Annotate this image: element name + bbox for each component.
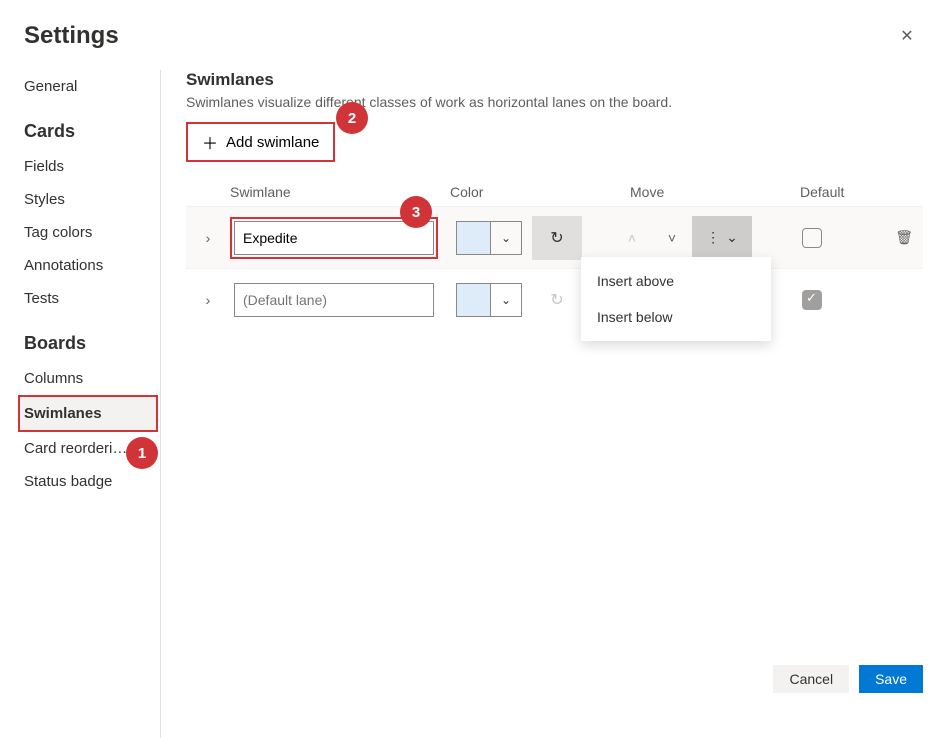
refresh-icon: ↻ bbox=[550, 228, 563, 248]
annotation-badge-2: 2 bbox=[336, 102, 368, 134]
expand-chevron-icon[interactable]: › bbox=[186, 292, 230, 308]
plus-icon: ＋ bbox=[202, 130, 218, 154]
section-description: Swimlanes visualize different classes of… bbox=[186, 94, 923, 110]
swimlane-column-headers: Swimlane Color Move Default bbox=[186, 178, 923, 206]
sidebar-item-status-badge[interactable]: Status badge bbox=[24, 465, 154, 498]
swimlane-row: › ⌄ ↻ ˄ ˅ ⋮ ⌄ bbox=[186, 206, 923, 268]
menu-item-insert-above[interactable]: Insert above bbox=[581, 263, 771, 299]
col-header-color: Color bbox=[450, 184, 540, 200]
menu-item-insert-below[interactable]: Insert below bbox=[581, 299, 771, 335]
sidebar-item-fields[interactable]: Fields bbox=[24, 150, 154, 183]
col-header-default: Default bbox=[800, 184, 880, 200]
chevron-down-icon: ⌄ bbox=[726, 229, 738, 246]
dialog-header: Settings ✕ bbox=[24, 20, 923, 52]
section-title: Swimlanes bbox=[186, 70, 923, 90]
color-swatch bbox=[457, 284, 491, 316]
refresh-button: ↻ bbox=[532, 278, 582, 322]
more-options-menu: Insert above Insert below bbox=[581, 257, 771, 341]
save-button[interactable]: Save bbox=[859, 665, 923, 693]
add-swimlane-button[interactable]: ＋ Add swimlane bbox=[186, 122, 335, 162]
dialog-footer: Cancel Save bbox=[773, 665, 923, 693]
chevron-down-icon: ⌄ bbox=[491, 293, 521, 307]
col-header-move: Move bbox=[600, 184, 800, 200]
annotation-badge-3: 3 bbox=[400, 196, 432, 228]
settings-dialog: Settings ✕ General Cards Fields Styles T… bbox=[0, 0, 947, 711]
swimlane-name-input[interactable] bbox=[234, 283, 434, 317]
cancel-button[interactable]: Cancel bbox=[773, 665, 849, 693]
sidebar-item-annotations[interactable]: Annotations bbox=[24, 249, 154, 282]
dialog-title: Settings bbox=[24, 22, 119, 50]
default-checkbox[interactable] bbox=[802, 290, 822, 310]
expand-chevron-icon[interactable]: › bbox=[186, 230, 230, 246]
swimlane-row: › ⌄ ↻ ˄ ˅ ⋮ ⌄ bbox=[186, 268, 923, 330]
more-options-button[interactable]: ⋮ ⌄ bbox=[692, 216, 752, 260]
delete-button[interactable]: 🗑 bbox=[895, 229, 913, 246]
move-up-button[interactable]: ˄ bbox=[612, 216, 652, 260]
color-swatch bbox=[457, 222, 491, 254]
trash-icon: 🗑 bbox=[895, 229, 913, 245]
sidebar-item-swimlanes[interactable]: Swimlanes bbox=[18, 395, 158, 432]
settings-main-panel: Swimlanes Swimlanes visualize different … bbox=[162, 70, 923, 498]
settings-sidebar: General Cards Fields Styles Tag colors A… bbox=[24, 70, 162, 498]
chevron-down-icon: ˅ bbox=[668, 230, 676, 246]
sidebar-item-tag-colors[interactable]: Tag colors bbox=[24, 216, 154, 249]
add-swimlane-label: Add swimlane bbox=[226, 134, 319, 151]
chevron-down-icon: ⌄ bbox=[491, 231, 521, 245]
sidebar-item-general[interactable]: General bbox=[24, 70, 154, 103]
swimlane-name-input[interactable] bbox=[234, 221, 434, 255]
sidebar-group-boards: Boards bbox=[24, 333, 157, 354]
swimlane-color-picker[interactable]: ⌄ bbox=[456, 283, 522, 317]
sidebar-item-styles[interactable]: Styles bbox=[24, 183, 154, 216]
close-icon: ✕ bbox=[900, 26, 913, 46]
move-down-button[interactable]: ˅ bbox=[652, 216, 692, 260]
sidebar-group-cards: Cards bbox=[24, 121, 157, 142]
refresh-icon: ↻ bbox=[550, 290, 563, 310]
more-vertical-icon: ⋮ bbox=[706, 229, 720, 246]
annotation-badge-1: 1 bbox=[126, 437, 158, 469]
close-button[interactable]: ✕ bbox=[891, 20, 923, 52]
sidebar-item-tests[interactable]: Tests bbox=[24, 282, 154, 315]
move-controls: ˄ ˅ ⋮ ⌄ bbox=[612, 216, 752, 260]
chevron-up-icon: ˄ bbox=[628, 230, 636, 246]
swimlane-color-picker[interactable]: ⌄ bbox=[456, 221, 522, 255]
default-checkbox[interactable] bbox=[802, 228, 822, 248]
sidebar-item-columns[interactable]: Columns bbox=[24, 362, 154, 395]
refresh-button[interactable]: ↻ bbox=[532, 216, 582, 260]
